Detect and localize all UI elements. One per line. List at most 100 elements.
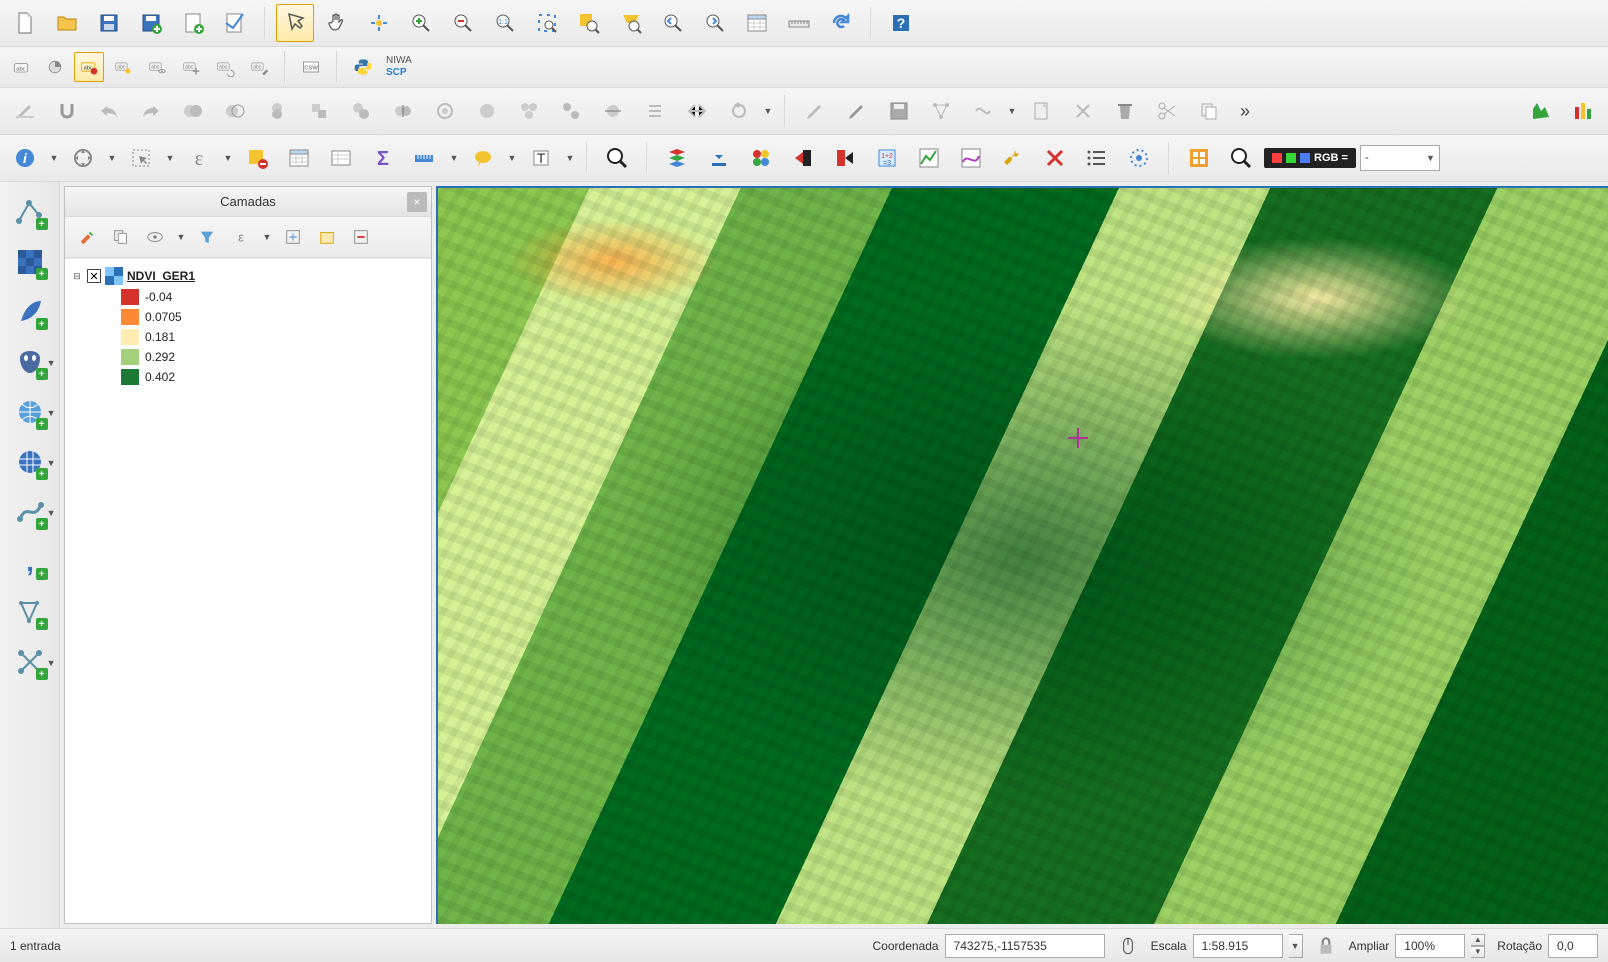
dropdown-arrow[interactable]: ▼ — [762, 92, 774, 130]
style-icon[interactable] — [73, 223, 101, 251]
g4-icon[interactable] — [300, 92, 338, 130]
layout-manager-icon[interactable] — [216, 4, 254, 42]
zoom-native-icon[interactable]: 1:1 — [486, 4, 524, 42]
search-icon[interactable] — [1222, 139, 1260, 177]
g11-icon[interactable] — [594, 92, 632, 130]
mouse-toggle-icon[interactable] — [1117, 935, 1139, 957]
g2-icon[interactable] — [216, 92, 254, 130]
target-icon[interactable] — [1120, 139, 1158, 177]
remove-icon[interactable] — [347, 223, 375, 251]
filter-icon[interactable] — [193, 223, 221, 251]
g10-icon[interactable] — [552, 92, 590, 130]
add-comma-icon[interactable]: ,+ — [10, 542, 50, 582]
scissors-icon[interactable] — [1148, 92, 1186, 130]
zoom-in-icon[interactable] — [402, 4, 440, 42]
save-edits-icon[interactable] — [880, 92, 918, 130]
zoom-selection-icon[interactable] — [570, 4, 608, 42]
g7-icon[interactable] — [426, 92, 464, 130]
download-icon[interactable] — [700, 139, 738, 177]
duplicate-icon[interactable] — [107, 223, 135, 251]
zoom-next-icon[interactable] — [696, 4, 734, 42]
g12-icon[interactable] — [636, 92, 674, 130]
dropdown-arrow[interactable]: ▼ — [261, 223, 273, 251]
add-wms-icon[interactable]: +▼ — [10, 392, 50, 432]
layer-visibility-checkbox[interactable]: ✕ — [87, 269, 101, 283]
overlay-icon[interactable] — [658, 139, 696, 177]
snap-icon[interactable] — [48, 92, 86, 130]
scale-dropdown[interactable]: ▼ — [1289, 934, 1303, 958]
new-layout-icon[interactable] — [174, 4, 212, 42]
add-gps-icon[interactable]: + — [10, 592, 50, 632]
add-postgis-icon[interactable]: +▼ — [10, 342, 50, 382]
python-icon[interactable] — [348, 52, 378, 82]
paste-icon[interactable] — [1022, 92, 1060, 130]
commit-icon[interactable] — [784, 139, 822, 177]
histogram2-icon[interactable] — [1564, 92, 1602, 130]
batch-icon[interactable] — [1180, 139, 1218, 177]
export-icon[interactable] — [826, 139, 864, 177]
dropdown-arrow[interactable]: ▼ — [448, 139, 460, 177]
graph1-icon[interactable] — [910, 139, 948, 177]
dropdown-arrow[interactable]: ▼ — [1006, 92, 1018, 130]
new-file-icon[interactable] — [6, 4, 44, 42]
redo-icon[interactable] — [132, 92, 170, 130]
dropdown-arrow[interactable]: ▼ — [164, 139, 176, 177]
annotation-icon[interactable]: T — [522, 139, 560, 177]
calc-icon[interactable]: 1+2=3 — [868, 139, 906, 177]
group-icon[interactable] — [313, 223, 341, 251]
expression-icon[interactable]: ε — [180, 139, 218, 177]
add-vector-icon[interactable]: + — [10, 192, 50, 232]
zoom-out-icon[interactable] — [444, 4, 482, 42]
open-folder-icon[interactable] — [48, 4, 86, 42]
dropdown-arrow[interactable]: ▼ — [175, 223, 187, 251]
pan-icon[interactable] — [318, 4, 356, 42]
g8-icon[interactable] — [468, 92, 506, 130]
attributes-icon[interactable] — [738, 4, 776, 42]
label-csw-icon[interactable]: CSW — [296, 52, 326, 82]
add-raster-icon[interactable]: + — [10, 242, 50, 282]
g6-icon[interactable] — [384, 92, 422, 130]
layers-tree[interactable]: ⊟ ✕ NDVI_GER1 -0.040.07050.1810.2920.402 — [65, 258, 431, 923]
zoom-input[interactable]: 100% — [1395, 934, 1465, 958]
add-wfs-icon[interactable]: +▼ — [10, 442, 50, 482]
graph2-icon[interactable] — [952, 139, 990, 177]
label-abc-icon[interactable]: abc — [6, 52, 36, 82]
expand-icon[interactable] — [279, 223, 307, 251]
pencil-b-icon[interactable] — [838, 92, 876, 130]
label-highlight-icon[interactable]: abc — [74, 52, 104, 82]
cluster-icon[interactable] — [742, 139, 780, 177]
label-edit-icon[interactable]: abc — [244, 52, 274, 82]
list-icon[interactable] — [1078, 139, 1116, 177]
find-icon[interactable] — [598, 139, 636, 177]
sigma-icon[interactable]: Σ — [364, 139, 402, 177]
pencil-icon[interactable] — [796, 92, 834, 130]
add-topology-icon[interactable]: +▼ — [10, 642, 50, 682]
label-pie-icon[interactable] — [40, 52, 70, 82]
vertex-icon[interactable] — [922, 92, 960, 130]
rgb-select[interactable]: -▼ — [1360, 145, 1440, 171]
save-as-icon[interactable] — [132, 4, 170, 42]
add-feather-icon[interactable]: + — [10, 292, 50, 332]
stats-icon[interactable] — [322, 139, 360, 177]
map-canvas[interactable] — [436, 186, 1608, 924]
table-icon[interactable] — [280, 139, 318, 177]
histogram1-icon[interactable] — [1522, 92, 1560, 130]
layer-name[interactable]: NDVI_GER1 — [127, 269, 195, 283]
action-icon[interactable] — [64, 139, 102, 177]
zoom-spinner[interactable]: ▲▼ — [1471, 934, 1485, 958]
copy-icon[interactable] — [1190, 92, 1228, 130]
tools-icon[interactable] — [1064, 92, 1102, 130]
refresh-icon[interactable] — [822, 4, 860, 42]
identify-icon[interactable]: i — [6, 139, 44, 177]
add-curve-icon[interactable]: +▼ — [10, 492, 50, 532]
expression-filter-icon[interactable]: ε — [227, 223, 255, 251]
visibility-icon[interactable] — [141, 223, 169, 251]
dropdown-arrow[interactable]: ▼ — [222, 139, 234, 177]
zoom-layer-icon[interactable] — [612, 4, 650, 42]
dropdown-arrow[interactable]: ▼ — [506, 139, 518, 177]
coord-input[interactable]: 743275,-1157535 — [945, 934, 1105, 958]
split-icon[interactable] — [678, 92, 716, 130]
g5-icon[interactable] — [342, 92, 380, 130]
label-move-icon[interactable]: abc — [176, 52, 206, 82]
clip-icon[interactable] — [964, 92, 1002, 130]
